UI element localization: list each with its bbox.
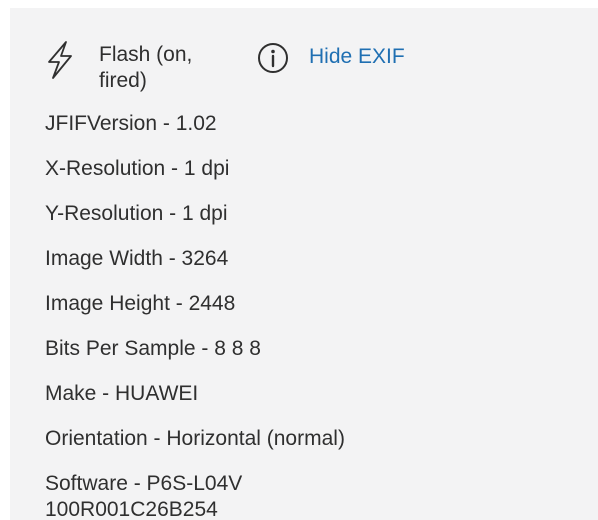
exif-item-x-resolution: X-Resolution - 1 dpi bbox=[45, 157, 230, 180]
flash-status-text: Flash (on, fired) bbox=[99, 43, 193, 92]
exif-panel: Flash (on, fired) Hide EXIF JFIFVersion … bbox=[10, 8, 598, 520]
exif-item-jfif-version: JFIFVersion - 1.02 bbox=[45, 112, 217, 135]
flash-row: Flash (on, fired) Hide EXIF bbox=[45, 38, 585, 108]
exif-item-y-resolution: Y-Resolution - 1 dpi bbox=[45, 202, 228, 225]
info-icon[interactable] bbox=[257, 42, 289, 74]
exif-list: JFIFVersion - 1.02 X-Resolution - 1 dpi … bbox=[45, 111, 585, 520]
exif-item-make: Make - HUAWEI bbox=[45, 382, 199, 405]
exif-item-image-width: Image Width - 3264 bbox=[45, 247, 229, 270]
exif-item-image-height: Image Height - 2448 bbox=[45, 292, 236, 315]
exif-item-software: Software - P6S-L04V100R001C26B254 bbox=[45, 472, 243, 520]
hide-exif-link[interactable]: Hide EXIF bbox=[309, 44, 405, 70]
flash-icon bbox=[48, 41, 72, 79]
exif-item-orientation: Orientation - Horizontal (normal) bbox=[45, 427, 345, 450]
exif-item-bits-per-sample: Bits Per Sample - 8 8 8 bbox=[45, 337, 261, 360]
